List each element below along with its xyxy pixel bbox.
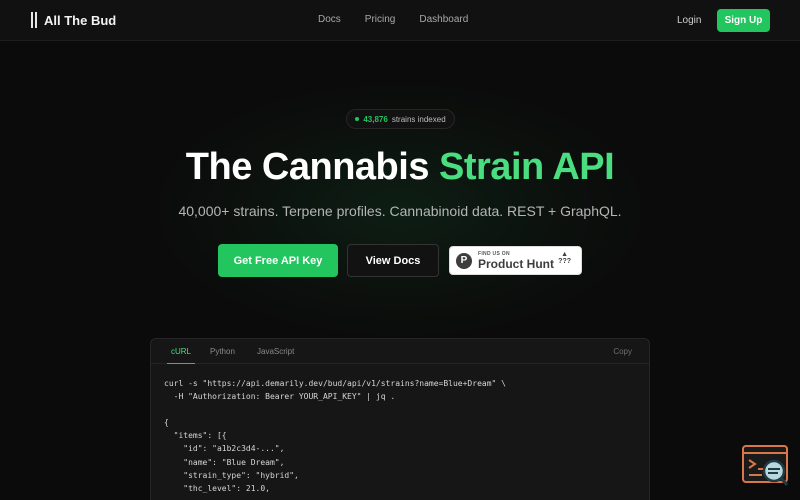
code-line: { xyxy=(164,418,169,428)
view-docs-button[interactable]: View Docs xyxy=(347,244,439,277)
code-line: -H "Authorization: Bearer YOUR_API_KEY" … xyxy=(164,392,396,402)
strains-indexed-pill: 43,876 strains indexed xyxy=(346,109,455,129)
hero-title-accent: Strain API xyxy=(439,146,615,188)
bars-logo-icon xyxy=(31,12,37,28)
code-line: "id": "a1b2c3d4-...", xyxy=(164,444,285,454)
code-line: "thc_level": 21.0, xyxy=(164,483,270,493)
hero-title: The Cannabis Strain API xyxy=(0,146,800,189)
code-tabs: cURL Python JavaScript Copy xyxy=(151,339,649,364)
tab-curl[interactable]: cURL xyxy=(171,347,191,356)
tab-python[interactable]: Python xyxy=(210,347,235,356)
signup-button[interactable]: Sign Up xyxy=(717,9,770,32)
code-block: curl -s "https://api.demarily.dev/bud/ap… xyxy=(151,364,649,495)
code-line: "strain_type": "hybrid", xyxy=(164,470,299,480)
hero-title-main: The Cannabis xyxy=(185,146,440,188)
top-navbar: All The Bud Docs Pricing Dashboard Login… xyxy=(0,0,800,41)
brand-name: All The Bud xyxy=(44,12,117,28)
product-hunt-logo-icon: P xyxy=(456,252,472,269)
active-tab-indicator xyxy=(167,363,195,364)
product-hunt-big-text: Product Hunt xyxy=(478,256,554,271)
strains-indexed-label: strains indexed xyxy=(391,114,446,124)
code-line: "items": [{ xyxy=(164,431,227,441)
hero-subtitle: 40,000+ strains. Terpene profiles. Canna… xyxy=(178,203,622,219)
nav-link-dashboard[interactable]: Dashboard xyxy=(419,14,468,25)
copy-button[interactable]: Copy xyxy=(613,347,632,356)
product-hunt-badge[interactable]: P FIND US ON Product Hunt ▲ ??? xyxy=(449,246,582,275)
nav-link-pricing[interactable]: Pricing xyxy=(365,14,396,25)
upvote-count: ??? xyxy=(558,258,571,265)
status-dot-icon xyxy=(355,117,360,121)
tab-javascript[interactable]: JavaScript xyxy=(257,347,294,356)
nav-link-docs[interactable]: Docs xyxy=(318,14,341,25)
product-hunt-text: FIND US ON Product Hunt xyxy=(478,250,554,271)
nav-links: Docs Pricing Dashboard xyxy=(318,14,468,25)
code-example-panel: cURL Python JavaScript Copy curl -s "htt… xyxy=(150,338,650,500)
upvote-arrow-icon: ▲ xyxy=(561,251,569,258)
strains-count: 43,876 xyxy=(363,114,388,124)
brand[interactable]: All The Bud xyxy=(31,12,116,28)
get-api-key-button[interactable]: Get Free API Key xyxy=(218,244,338,277)
terminal-search-icon[interactable] xyxy=(742,445,790,487)
product-hunt-votes: ▲ ??? xyxy=(558,251,571,265)
code-line: ​ xyxy=(164,403,649,416)
code-line: curl -s "https://api.demarily.dev/bud/ap… xyxy=(164,379,506,388)
login-link[interactable]: Login xyxy=(677,15,701,26)
code-line: "name": "Blue Dream", xyxy=(164,457,285,467)
product-hunt-small-text: FIND US ON xyxy=(478,250,510,257)
